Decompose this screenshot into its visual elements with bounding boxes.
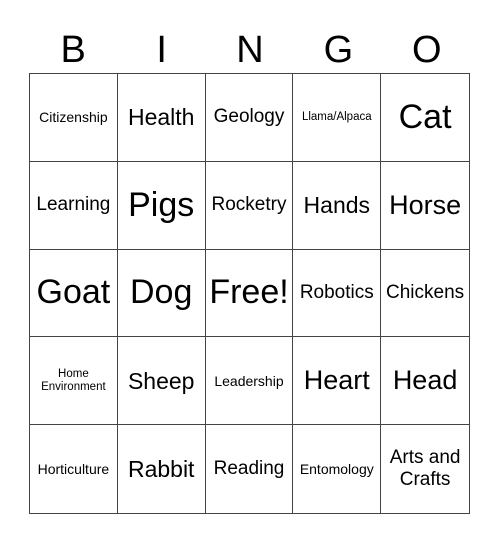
- bingo-cell-label: Chickens: [386, 282, 465, 304]
- bingo-cell-label: Horse: [389, 189, 462, 220]
- bingo-cell-label: Hands: [303, 191, 371, 218]
- bingo-cell-label: Rocketry: [211, 194, 287, 216]
- bingo-cell-label: Llama/Alpaca: [301, 110, 372, 123]
- bingo-cell[interactable]: Llama/Alpaca: [293, 74, 382, 162]
- bingo-cell-label: Rabbit: [127, 455, 195, 482]
- bingo-cell-label: Dog: [130, 273, 193, 312]
- bingo-cell-label: Health: [127, 104, 195, 131]
- bingo-cell[interactable]: Head: [381, 337, 469, 426]
- bingo-cell-label: Home Environment: [41, 367, 106, 393]
- bingo-cell[interactable]: Dog: [117, 249, 206, 338]
- bingo-cell-label: Horticulture: [37, 461, 110, 478]
- bingo-cell-label: Entomology: [299, 461, 374, 478]
- bingo-cell[interactable]: Horse: [381, 162, 469, 250]
- bingo-cell-label: Cat: [398, 97, 452, 136]
- bingo-cell-label: Goat: [36, 273, 111, 312]
- bingo-cell[interactable]: Leadership: [205, 337, 294, 426]
- header-letter-n: N: [236, 29, 264, 71]
- header-letter-i: I: [156, 29, 167, 71]
- bingo-cell[interactable]: Horticulture: [30, 425, 118, 513]
- bingo-cell[interactable]: Rocketry: [205, 161, 294, 250]
- bingo-cell[interactable]: Hands: [293, 161, 382, 250]
- bingo-cell-label: Citizenship: [39, 109, 108, 126]
- bingo-cell[interactable]: Robotics: [293, 249, 382, 338]
- bingo-cell[interactable]: Entomology: [293, 425, 382, 513]
- bingo-header: B I N G O: [29, 28, 471, 73]
- bingo-cell[interactable]: Pigs: [117, 161, 206, 250]
- bingo-cell[interactable]: Health: [117, 74, 206, 162]
- bingo-cell-label: Geology: [213, 106, 285, 128]
- bingo-cell-label: Learning: [36, 194, 111, 216]
- bingo-cell-label: Sheep: [127, 367, 195, 394]
- bingo-cell-label: Robotics: [299, 282, 374, 304]
- bingo-cell-label: Free!: [209, 273, 289, 312]
- bingo-cell[interactable]: Sheep: [117, 337, 206, 426]
- bingo-cell[interactable]: Heart: [293, 337, 382, 426]
- bingo-cell[interactable]: Rabbit: [118, 425, 206, 513]
- header-letter-o: O: [412, 29, 442, 71]
- bingo-cell-label: Arts and Crafts: [389, 447, 461, 491]
- bingo-cell[interactable]: Cat: [381, 74, 469, 162]
- bingo-cell[interactable]: Chickens: [381, 250, 469, 338]
- bingo-cell-label: Reading: [213, 458, 285, 480]
- bingo-cell[interactable]: Reading: [206, 425, 294, 513]
- bingo-cell[interactable]: Learning: [30, 161, 118, 250]
- bingo-cell-label: Pigs: [128, 185, 195, 224]
- bingo-cell[interactable]: Citizenship: [30, 74, 118, 162]
- bingo-cell-label: Leadership: [214, 372, 284, 389]
- bingo-cell-label: Head: [392, 365, 458, 396]
- header-letter-b: B: [60, 29, 86, 71]
- bingo-cell[interactable]: Free!: [205, 249, 294, 338]
- bingo-cell-label: Heart: [303, 365, 370, 396]
- bingo-grid: Citizenship Health Geology Llama/Alpaca Cat L…: [29, 73, 470, 514]
- bingo-cell[interactable]: Arts and Crafts: [381, 425, 469, 513]
- bingo-cell[interactable]: Goat: [30, 249, 118, 338]
- header-letter-g: G: [323, 29, 354, 71]
- bingo-cell[interactable]: Home Environment: [30, 337, 118, 426]
- bingo-cell[interactable]: Geology: [205, 74, 294, 162]
